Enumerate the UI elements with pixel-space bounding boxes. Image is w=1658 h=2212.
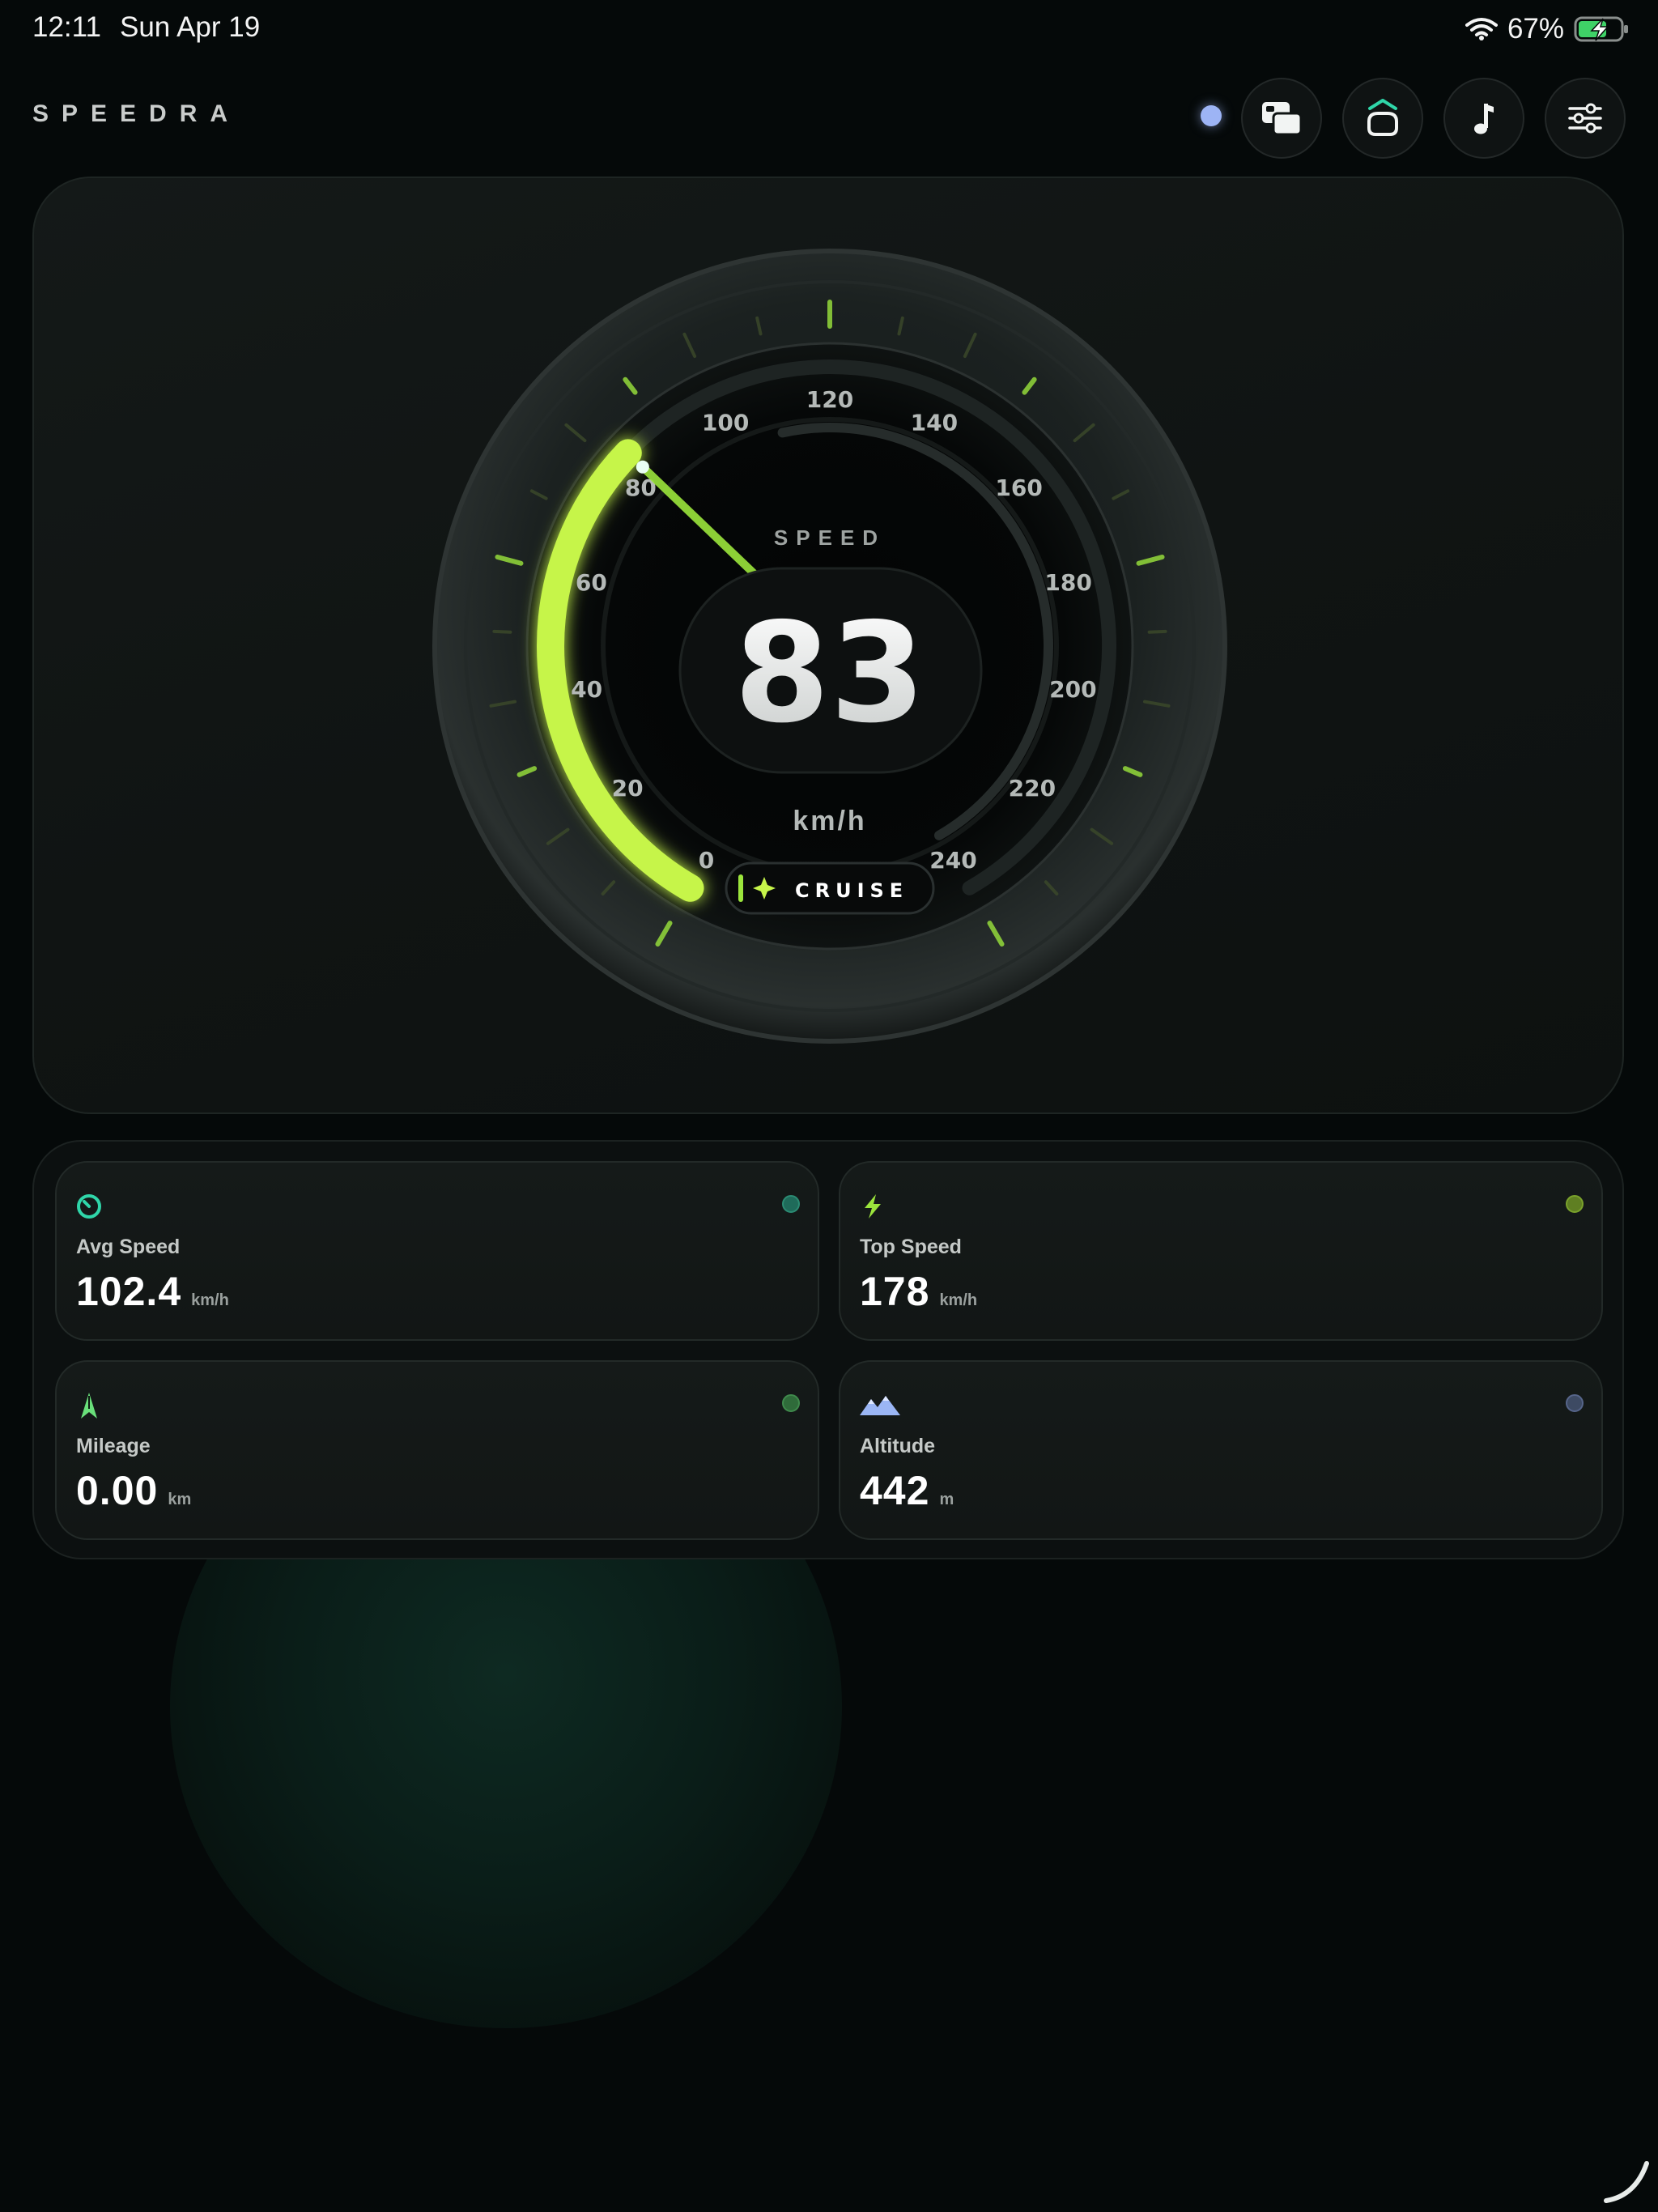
battery-charging-icon: [1574, 16, 1628, 42]
stat-unit: km/h: [939, 1291, 978, 1309]
stat-label: Mileage: [76, 1435, 151, 1457]
status-date: Sun Apr 19: [120, 11, 261, 43]
speed-unit: km/h: [793, 806, 866, 836]
speedometer-panel: 0 20 40 60 80 100 120 140 160 180 200 220 240 SPEED …: [32, 177, 1624, 1114]
mileage-card: Mileage 0.00 km: [55, 1360, 819, 1540]
stat-unit: km/h: [191, 1291, 229, 1309]
settings-button[interactable]: [1545, 78, 1626, 159]
sliders-icon: [1568, 103, 1602, 134]
road-icon: [81, 1393, 97, 1419]
gauge-tick-label: 140: [911, 410, 958, 436]
needle-tip: [636, 460, 649, 474]
stat-unit: km: [168, 1491, 192, 1508]
gauge-tick-label: 220: [1009, 775, 1056, 802]
altitude-card: Altitude 442 m: [839, 1360, 1603, 1540]
car-icon: [1367, 99, 1398, 136]
stat-value: 442: [860, 1468, 930, 1513]
resize-handle[interactable]: [1603, 2159, 1652, 2207]
gauge-tick-label: 100: [702, 410, 749, 436]
gauge-icon: [77, 1194, 101, 1219]
car-view-button[interactable]: [1342, 78, 1423, 159]
stat-label: Altitude: [860, 1435, 936, 1457]
stat-value: 178: [860, 1269, 930, 1314]
status-dot: [782, 1195, 800, 1213]
lightning-icon: [865, 1194, 881, 1219]
app-brand: SPEEDRA: [32, 100, 241, 127]
display-mode-button[interactable]: [1241, 78, 1322, 159]
stat-label: Top Speed: [860, 1236, 962, 1258]
stat-value: 0.00: [76, 1468, 159, 1513]
status-dot: [1566, 1394, 1584, 1412]
status-time: 12:11: [32, 11, 101, 43]
top-speed-card: Top Speed 178 km/h: [839, 1161, 1603, 1341]
gauge-tick-label: 240: [929, 847, 976, 874]
status-dot: [1566, 1195, 1584, 1213]
gauge-tick-label: 180: [1044, 569, 1091, 596]
music-note-icon: [1474, 104, 1494, 134]
screens-icon: [1262, 102, 1303, 136]
battery-percentage: 67%: [1507, 13, 1564, 45]
gauge-tick-label: 60: [576, 569, 607, 596]
gauge-tick-label: 20: [612, 775, 644, 802]
cruise-label: CRUISE: [795, 879, 908, 902]
music-button[interactable]: [1443, 78, 1524, 159]
connection-status-dot: [1201, 105, 1222, 126]
mountain-icon: [860, 1396, 900, 1415]
speed-value: 83: [734, 593, 926, 754]
status-indicators: 67%: [1465, 11, 1630, 47]
speed-caption: SPEED: [774, 525, 886, 550]
gauge-tick-label: 160: [995, 474, 1042, 501]
avg-speed-card: Avg Speed 102.4 km/h: [55, 1161, 819, 1341]
stat-label: Avg Speed: [76, 1236, 181, 1258]
stat-value: 102.4: [76, 1269, 182, 1314]
trip-stats-panel: Avg Speed 102.4 km/h Top Speed 178 km/h …: [32, 1140, 1624, 1559]
gauge-tick-label: 40: [571, 676, 602, 703]
stat-unit: m: [939, 1491, 954, 1508]
gauge-tick-label: 0: [699, 847, 714, 874]
gauge-tick-label: 120: [806, 386, 853, 413]
gauge-tick-label: 200: [1049, 676, 1096, 703]
cruise-mode-button[interactable]: CRUISE: [725, 861, 935, 915]
status-dot: [782, 1394, 800, 1412]
wifi-icon: [1465, 18, 1498, 40]
status-bar: 12:11 Sun Apr 19 67%: [0, 0, 1658, 58]
speedometer-gauge: 020406080100120140160180200220240 SPEED …: [432, 249, 1227, 1044]
